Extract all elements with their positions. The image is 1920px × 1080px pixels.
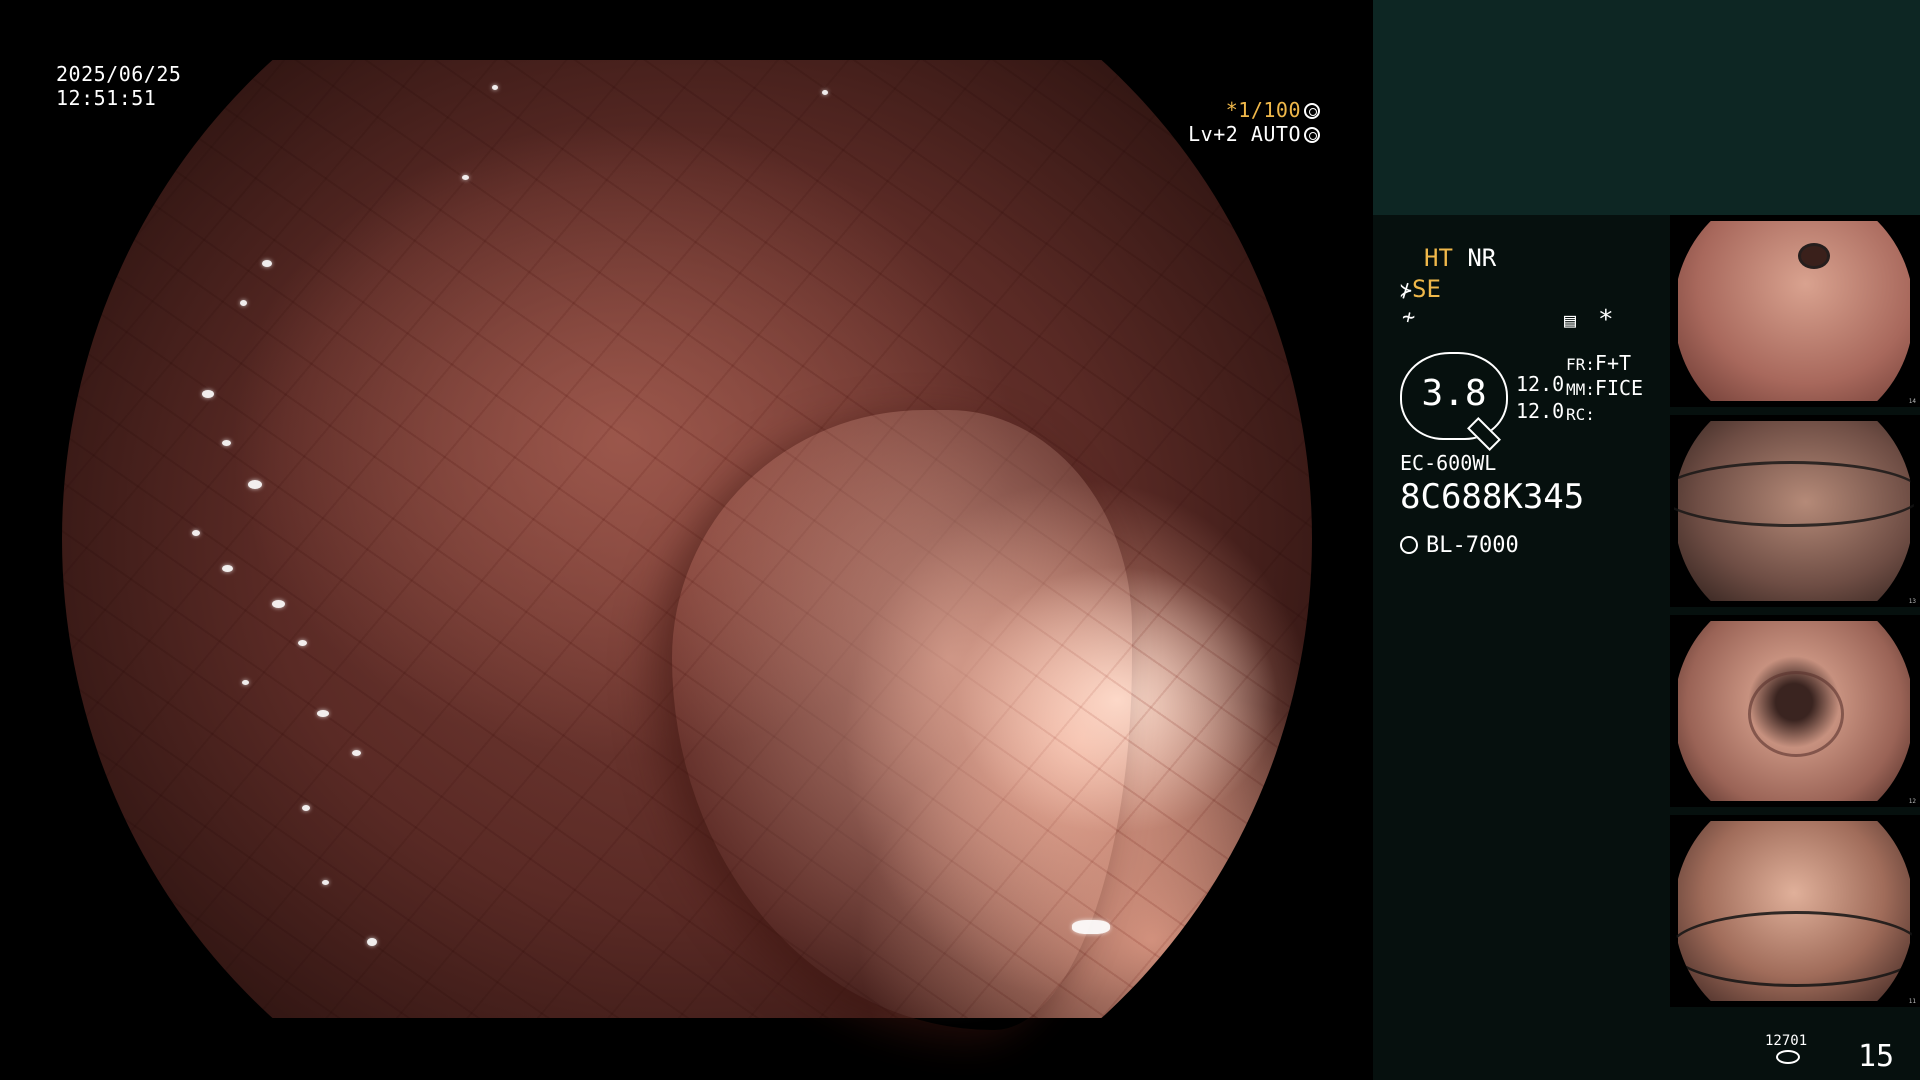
light-source-label: BL-7000 bbox=[1426, 533, 1519, 558]
asterisk-indicator: * bbox=[1598, 305, 1614, 335]
glint bbox=[242, 680, 249, 685]
instrument bbox=[1674, 911, 1914, 987]
glint bbox=[462, 175, 469, 180]
glint bbox=[240, 300, 247, 306]
mm-label: MM: bbox=[1566, 380, 1595, 399]
se-icon: ⊁ bbox=[1400, 278, 1413, 302]
glint bbox=[492, 85, 498, 90]
scope-model: EC-600WL bbox=[1400, 451, 1497, 475]
enhance-icon bbox=[1304, 127, 1320, 143]
se-label: SE bbox=[1412, 275, 1441, 303]
flash-icon: ≁ bbox=[1402, 305, 1416, 330]
shutter-speed: *1/100 bbox=[1225, 98, 1301, 122]
thumbnail-index: 11 bbox=[1908, 998, 1916, 1005]
light-source-icon bbox=[1400, 536, 1418, 554]
glint bbox=[202, 390, 214, 398]
glint bbox=[222, 565, 233, 572]
thumbnail-index: 14 bbox=[1908, 398, 1916, 405]
ht-label: HT bbox=[1424, 244, 1453, 272]
thumbnail-index: 13 bbox=[1908, 598, 1916, 605]
nr-label: NR bbox=[1467, 244, 1497, 272]
value-b: 12.0 bbox=[1516, 399, 1565, 423]
frame-count: 15 bbox=[1858, 1039, 1895, 1074]
fr-value: F+T bbox=[1594, 351, 1632, 375]
glint bbox=[352, 750, 361, 756]
mucosa-texture bbox=[62, 60, 1312, 1018]
thumbnail-image bbox=[1674, 421, 1914, 601]
glint bbox=[367, 938, 377, 946]
glint bbox=[298, 640, 307, 646]
rc-label: RC: bbox=[1566, 405, 1595, 424]
datetime-display: 2025/06/25 12:51:51 bbox=[56, 62, 181, 110]
time-text: 12:51:51 bbox=[56, 86, 157, 110]
disk-icon bbox=[1776, 1050, 1800, 1064]
date-text: 2025/06/25 bbox=[56, 62, 182, 86]
se-status: ⊁SE bbox=[1400, 275, 1441, 304]
glint bbox=[262, 260, 272, 267]
ht-nr-status: HT NR bbox=[1424, 244, 1496, 272]
glint bbox=[1072, 920, 1110, 934]
glint bbox=[192, 530, 200, 536]
lumen bbox=[1798, 243, 1830, 269]
exposure-settings: *1/100 Lv+2 AUTO bbox=[1150, 98, 1320, 146]
settings-list-icon: ▤ bbox=[1564, 308, 1577, 332]
thumbnail-image bbox=[1678, 621, 1910, 801]
scope-value: 3.8 bbox=[1421, 373, 1487, 414]
glint bbox=[222, 440, 231, 446]
light-source-row: BL-7000 bbox=[1400, 532, 1519, 560]
rc-row: RC: bbox=[1566, 399, 1595, 429]
glint bbox=[302, 805, 310, 811]
mm-value: FICE bbox=[1594, 376, 1644, 400]
thumbnail-index: 12 bbox=[1908, 798, 1916, 805]
value-a: 12.0 bbox=[1516, 372, 1565, 396]
fr-label: FR: bbox=[1566, 355, 1595, 374]
glint bbox=[322, 880, 329, 885]
endoscope-main-view: 2025/06/25 12:51:51 *1/100 Lv+2 AUTO bbox=[0, 0, 1373, 1080]
lumen bbox=[1748, 671, 1844, 757]
enhancement-level: Lv+2 AUTO bbox=[1188, 122, 1301, 146]
thumbnail-2[interactable]: 13 bbox=[1670, 415, 1920, 607]
glint bbox=[317, 710, 329, 717]
thumbnail-3[interactable]: 12 bbox=[1670, 615, 1920, 807]
panel-header-area bbox=[1373, 0, 1920, 215]
thumbnail-image bbox=[1678, 221, 1910, 401]
thumbnail-image bbox=[1674, 821, 1914, 1001]
endoscope-image bbox=[62, 60, 1312, 1030]
storage-count: 12701 bbox=[1765, 1033, 1808, 1049]
scope-dial: 3.8 bbox=[1400, 352, 1508, 451]
shutter-icon bbox=[1304, 103, 1320, 119]
glint bbox=[248, 480, 262, 489]
scope-serial: 8C688K345 bbox=[1400, 477, 1585, 517]
thumbnail-4[interactable]: 11 bbox=[1670, 815, 1920, 1007]
glint bbox=[822, 90, 828, 95]
glint bbox=[272, 600, 285, 608]
instrument bbox=[1674, 461, 1914, 527]
thumbnail-1[interactable]: 14 bbox=[1670, 215, 1920, 407]
